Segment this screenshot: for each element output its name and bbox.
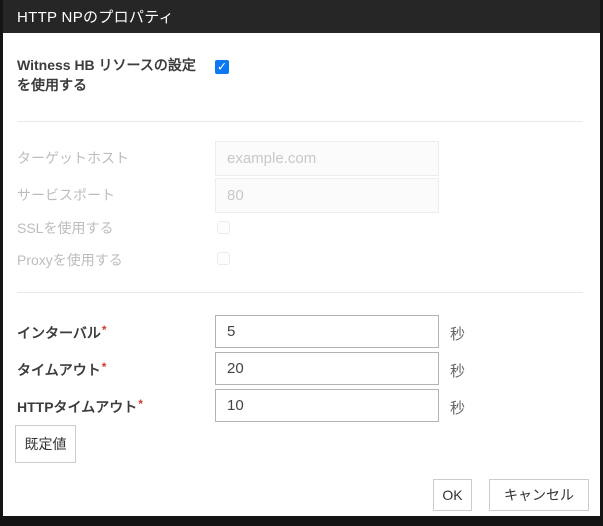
- service-port-label: サービスポート: [17, 185, 115, 205]
- timeout-unit: 秒: [450, 360, 465, 381]
- dialog-title: HTTP NPのプロパティ: [17, 6, 174, 27]
- section-divider-bottom: [17, 292, 583, 293]
- required-asterisk: *: [138, 397, 143, 411]
- checkmark-icon: ✓: [217, 61, 227, 73]
- service-port-input: [215, 178, 439, 213]
- default-values-button[interactable]: 既定値: [15, 425, 76, 463]
- timeout-label: タイムアウト*: [17, 360, 106, 380]
- cancel-button[interactable]: キャンセル: [489, 479, 589, 511]
- required-asterisk: *: [102, 360, 107, 374]
- screen: { "icons": { "checkmark": "✓" }, "colors…: [0, 0, 603, 526]
- use-ssl-checkbox: [217, 221, 230, 234]
- target-host-label: ターゲットホスト: [17, 148, 129, 168]
- timeout-input[interactable]: [215, 352, 439, 385]
- interval-label: インターバル*: [17, 323, 107, 343]
- use-proxy-label: Proxyを使用する: [17, 250, 123, 270]
- ok-button[interactable]: OK: [433, 479, 472, 511]
- target-host-input: [215, 141, 439, 176]
- required-asterisk: *: [102, 323, 107, 337]
- http-timeout-label: HTTPタイムアウト*: [17, 397, 143, 417]
- witness-hb-label: Witness HB リソースの設定を使用する: [17, 55, 207, 95]
- dialog-titlebar: HTTP NPのプロパティ: [3, 0, 600, 33]
- use-ssl-label: SSLを使用する: [17, 218, 113, 238]
- http-timeout-unit: 秒: [450, 397, 465, 418]
- http-np-properties-dialog: HTTP NPのプロパティ Witness HB リソースの設定を使用する ✓ …: [3, 0, 600, 516]
- witness-hb-checkbox[interactable]: ✓: [215, 60, 229, 74]
- interval-unit: 秒: [450, 323, 465, 344]
- use-proxy-checkbox: [217, 252, 230, 265]
- section-divider-top: [17, 121, 583, 122]
- http-timeout-input[interactable]: [215, 389, 439, 422]
- interval-input[interactable]: [215, 315, 439, 348]
